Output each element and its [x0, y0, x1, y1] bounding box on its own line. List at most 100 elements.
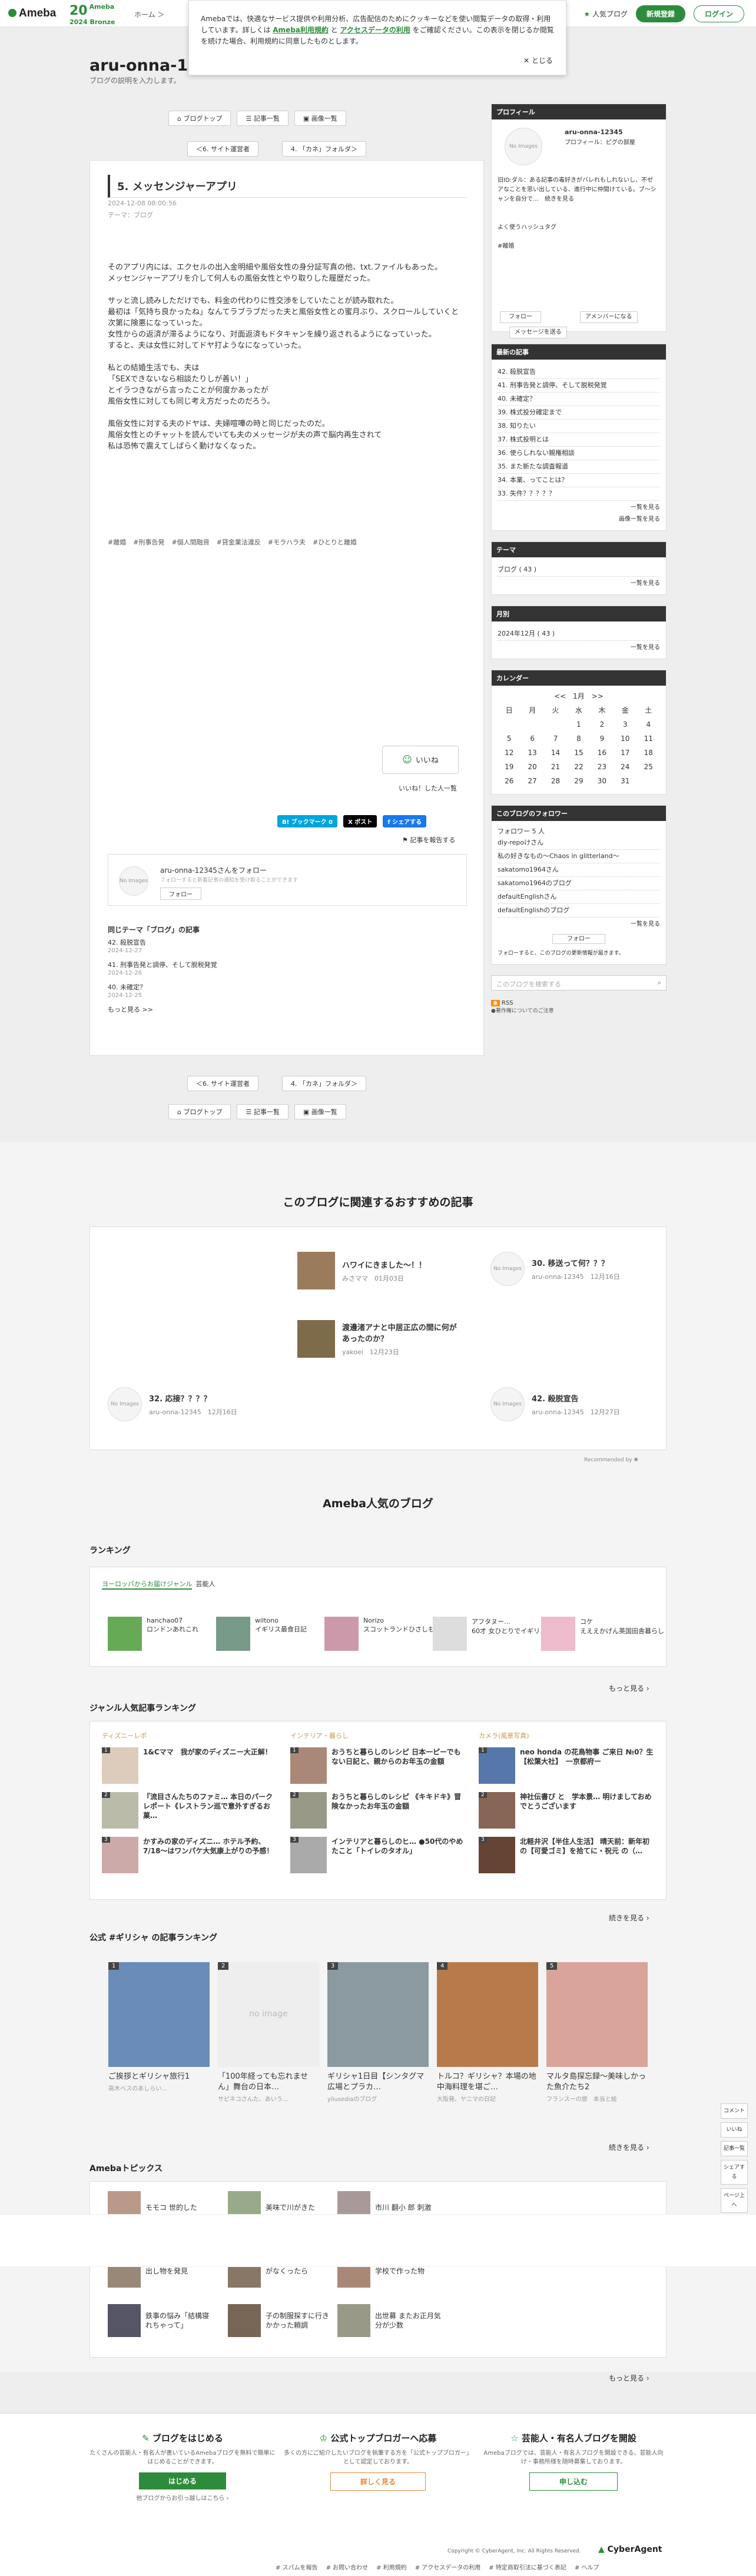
topic-item[interactable]: 鉄事の悩み「結構寝れちゃって」: [108, 2304, 214, 2337]
recent-article-link[interactable]: 35. また新たな調査報道: [498, 460, 660, 474]
follower-link[interactable]: sakatomo1964さん: [498, 863, 660, 877]
copyright-note[interactable]: ●著作権についてのご注意: [491, 1006, 667, 1014]
prev-article-button[interactable]: ＜6. サイト運営者: [187, 141, 258, 157]
genre-item[interactable]: 2 おうちと暮らしのレシピ 《キキドキ》冒険なかったお年玉の金額: [290, 1792, 467, 1829]
more-link[interactable]: もっと見る ›: [609, 1683, 649, 1693]
calendar-day[interactable]: 金: [614, 703, 636, 717]
genre-item[interactable]: 3 北軽井沢【半住人生活】 晴天前：新年初の【可愛ゴミ】を拾てに・祝元 の（…: [479, 1837, 655, 1873]
follower-link[interactable]: defaultEnglishさん: [498, 890, 660, 904]
footer-link[interactable]: # 利用規約: [376, 2562, 407, 2571]
article-list-button[interactable]: ☰ 記事一覧: [237, 111, 289, 126]
calendar-day[interactable]: 月: [520, 703, 543, 717]
hashtag[interactable]: #ひとりと離婚: [313, 537, 357, 547]
more-link[interactable]: もっと見る ›: [609, 2373, 649, 2383]
genre-tab-celebrity[interactable]: 芸能人: [195, 1579, 215, 1590]
image-list-link[interactable]: 画像一覧を見る: [498, 515, 660, 524]
hashtag[interactable]: #刑事告発: [133, 537, 164, 547]
profile-sub[interactable]: プロフィール：ピグの部屋: [565, 138, 635, 148]
genre-item[interactable]: 2 神社伝書び と 学本景… 明けましておめでとうございます: [479, 1792, 655, 1829]
calendar-day[interactable]: 16: [591, 746, 614, 760]
calendar-day[interactable]: 木: [591, 703, 614, 717]
recent-article-link[interactable]: 34. 本業、ってことは？: [498, 474, 660, 487]
calendar-day[interactable]: 5: [498, 732, 520, 746]
image-list-button[interactable]: ▣ 画像一覧: [294, 111, 346, 126]
calendar-day[interactable]: 21: [544, 760, 567, 774]
genre-item[interactable]: 3 かすみの家のディズニ… ホテル予約、7/18〜はワンパケ大気康上がりの予感！: [102, 1837, 278, 1873]
start-blog-button[interactable]: はじめる: [138, 2472, 226, 2489]
calendar-day[interactable]: 28: [544, 774, 567, 788]
next-article-button[interactable]: 4. 「カネ」フォルダ＞: [282, 1076, 366, 1091]
apply-button[interactable]: 申し込む: [529, 2472, 618, 2491]
calendar-day[interactable]: 4: [637, 717, 660, 732]
recent-article-link[interactable]: 39. 株式投分確定まで: [498, 406, 660, 420]
calendar-day[interactable]: 12: [498, 746, 520, 760]
recent-article-link[interactable]: 40. 未確定？: [498, 393, 660, 406]
hatena-bookmark-button[interactable]: B! ブックマーク 0: [277, 815, 338, 827]
ranking-item[interactable]: Norizo スコットランドひさしも日記: [324, 1617, 447, 1651]
calendar-day[interactable]: 17: [614, 746, 636, 760]
calendar-day[interactable]: 30: [591, 774, 614, 788]
list-item[interactable]: 42. 殺脱宣告 2024-12-27: [108, 939, 217, 955]
genre-item[interactable]: 1 neo honda の花鳥物事 ご来日 №0？生【松葉大社】 一京都府ー: [479, 1747, 655, 1784]
genre-item[interactable]: 2 『流目さんたちのファミ… 本日のパークレポート《レストラン巡で意外すぎるお菓…: [102, 1792, 278, 1829]
calendar-day[interactable]: 土: [637, 703, 660, 717]
footer-link[interactable]: # お問い合わせ: [326, 2562, 369, 2571]
next-article-button[interactable]: 4. 「カネ」フォルダ＞: [282, 141, 366, 157]
month-link[interactable]: 2024年12月 ( 43 ): [498, 627, 660, 641]
calendar-day[interactable]: 24: [614, 760, 636, 774]
calendar-day[interactable]: 20: [520, 760, 543, 774]
more-link[interactable]: 一覧を見る: [498, 579, 660, 589]
footer-link[interactable]: # ヘルプ: [575, 2562, 599, 2571]
hashtag[interactable]: #モラハラ夫: [268, 537, 306, 547]
calendar-day[interactable]: 18: [637, 746, 660, 760]
calendar-day[interactable]: 22: [567, 760, 590, 774]
article-list-side-button[interactable]: 記事一覧: [721, 2141, 748, 2156]
calendar-day[interactable]: 3: [614, 717, 636, 732]
search-icon[interactable]: ⌕: [658, 979, 661, 987]
recommend-item[interactable]: ハワイにきました〜！！ みさママ 01月03日: [297, 1252, 426, 1289]
calendar-nav[interactable]: << 1月 >>: [498, 692, 660, 701]
more-link[interactable]: 一覧を見る: [498, 643, 660, 653]
rss-link[interactable]: ◉ RSS: [491, 1000, 667, 1006]
like-button[interactable]: ☺ いいね: [382, 746, 459, 774]
calendar-day[interactable]: [637, 774, 660, 788]
amember-button[interactable]: アメンバーになる: [580, 311, 638, 323]
article-card[interactable]: 3 ギリシャ1日目【シンタグマ広場とプラカ… yliusediaのブログ: [327, 1962, 429, 2103]
popular-blog-link[interactable]: ★ 人気ブログ: [583, 9, 628, 19]
more-link[interactable]: 続きを見る ›: [609, 1913, 649, 1923]
calendar-day[interactable]: 23: [591, 760, 614, 774]
cookie-close-button[interactable]: ✕ とじる: [523, 55, 553, 67]
calendar-day[interactable]: 9: [591, 732, 614, 746]
blog-top-button[interactable]: ⌂ ブログトップ: [168, 1104, 231, 1119]
avatar[interactable]: No Images: [505, 128, 542, 165]
access-data-link[interactable]: アクセスデータの利用: [340, 26, 410, 34]
ranking-item[interactable]: コケ えええかげん英国田舎暮らし: [541, 1617, 664, 1651]
follower-link[interactable]: 私の好きなもの〜Chaos in glitterland〜: [498, 850, 660, 863]
recommend-item[interactable]: 渡邊渚アナと中居正広の間に何があったのか？ yakoei 12月23日: [297, 1320, 460, 1358]
blog-top-button[interactable]: ⌂ ブログトップ: [168, 111, 231, 126]
calendar-day[interactable]: 水: [567, 703, 590, 717]
calendar-day[interactable]: 13: [520, 746, 543, 760]
article-title[interactable]: 5. メッセンジャーアプリ: [108, 175, 467, 198]
footer-link[interactable]: # スパムを報告: [276, 2562, 318, 2571]
recommend-item[interactable]: No Images 42. 殺脱宣告 aru-onna-12345 12月27日: [490, 1387, 620, 1421]
genre-item[interactable]: 3 インテリアと暮らしのヒ… ●50代のやめたこと「トイレのタオル」: [290, 1837, 467, 1873]
calendar-day[interactable]: 14: [544, 746, 567, 760]
facebook-share-button[interactable]: f シェアする: [383, 815, 427, 827]
blog-search-input[interactable]: このブログを検索する ⌕: [491, 975, 667, 990]
recent-article-link[interactable]: 36. 使らしれない親権相談: [498, 447, 660, 460]
terms-link[interactable]: Ameba利用規約: [273, 26, 329, 34]
article-list-button[interactable]: ☰ 記事一覧: [237, 1104, 289, 1119]
calendar-day[interactable]: 1: [567, 717, 590, 732]
image-list-button[interactable]: ▣ 画像一覧: [294, 1104, 346, 1119]
calendar-day[interactable]: 火: [544, 703, 567, 717]
recent-article-link[interactable]: 42. 殺脱宣告: [498, 365, 660, 379]
calendar-day[interactable]: 26: [498, 774, 520, 788]
article-card[interactable]: 5 マルタ島探忘録〜美味しかった魚介たち2 フランスーの旅 本当と絵: [546, 1962, 648, 2103]
article-card[interactable]: 1 ご挨拶とギリシャ旅行1 高木ベスのあしらい...: [108, 1962, 210, 2092]
follower-link[interactable]: defaultEnglishのブログ: [498, 904, 660, 918]
calendar-day[interactable]: [498, 717, 520, 732]
topic-item[interactable]: 子の制服探すに行きかかった頼調: [228, 2304, 334, 2337]
login-button[interactable]: ログイン: [693, 5, 744, 22]
calendar-day[interactable]: [544, 717, 567, 732]
